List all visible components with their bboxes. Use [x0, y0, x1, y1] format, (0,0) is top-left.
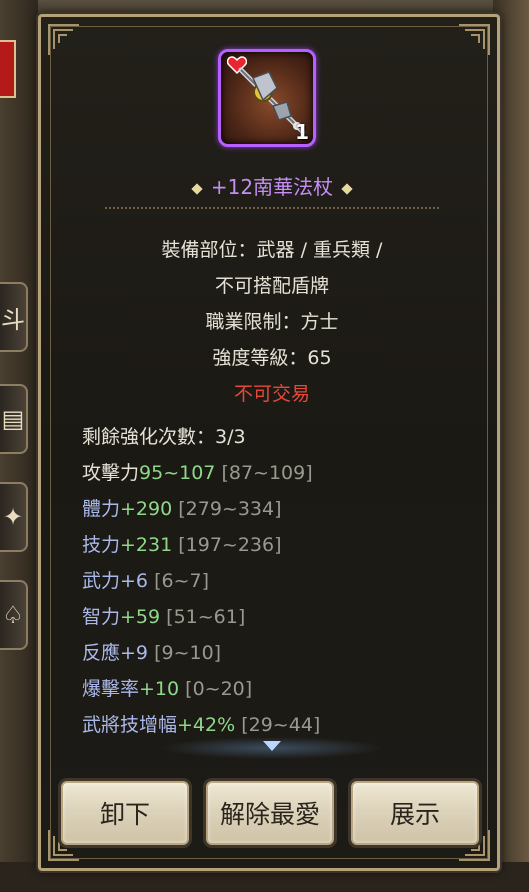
stat-value: +42% [177, 714, 236, 736]
item-detail-panel: 1 +12南華法杖 裝備部位：武器 / 重兵類 / 不可搭配盾牌 職業限制：方士… [38, 14, 500, 871]
stat-label: 智力 [82, 606, 121, 628]
stat-label: 攻擊力 [82, 462, 140, 484]
stat-general-skill-boost: 武將技增幅+42% [29~44] [82, 710, 320, 737]
stat-label: 剩餘強化次數：3/3 [82, 426, 246, 448]
item-icon-slot: 1 [218, 49, 316, 147]
stat-vitality: 體力+290 [279~334] [82, 494, 282, 521]
stat-reaction: 反應+9 [9~10] [82, 638, 221, 665]
job-restriction: 職業限制：方士 [205, 311, 339, 333]
diamond-icon [191, 182, 203, 195]
stat-label: 武將技增幅 [82, 714, 178, 736]
stat-critical-rate: 爆擊率+10 [0~20] [82, 674, 252, 701]
side-menu-button-2[interactable]: ▤ [0, 384, 28, 454]
stat-attack: 攻擊力95~107 [87~109] [82, 458, 313, 485]
side-menu-button-1[interactable]: 斗 [0, 282, 28, 352]
stat-range: [87~109] [221, 462, 313, 484]
unequip-button[interactable]: 卸下 [61, 781, 189, 845]
item-name-row: +12南華法杖 [41, 171, 503, 200]
stat-value: +231 [120, 534, 173, 556]
stat-value: +10 [139, 678, 180, 700]
corner-ornament-icon [47, 23, 81, 57]
stat-label: 技力 [82, 534, 121, 556]
corner-ornament-icon [457, 23, 491, 57]
side-menu-glyph: ✦ [2, 503, 24, 531]
item-count: 1 [295, 120, 309, 144]
side-menu-glyph: ♤ [2, 601, 24, 629]
unfavorite-button[interactable]: 解除最愛 [206, 781, 334, 845]
scroll-down-arrow-icon[interactable] [263, 741, 281, 751]
stat-value: +9 [120, 642, 149, 664]
background-red-tab [0, 40, 16, 98]
stat-value: +290 [120, 498, 173, 520]
equip-slot-line-2: 不可搭配盾牌 [214, 275, 329, 297]
divider [105, 207, 439, 209]
side-menu-glyph: ▤ [1, 405, 25, 433]
trade-status: 不可交易 [233, 383, 310, 405]
remaining-enhance-count: 剩餘強化次數：3/3 [82, 422, 246, 449]
equip-slot-line-1: 裝備部位：武器 / 重兵類 / [161, 239, 383, 261]
diamond-icon [341, 182, 353, 195]
side-menu-button-3[interactable]: ✦ [0, 482, 28, 552]
stat-range: [9~10] [154, 642, 222, 664]
stat-skill-power: 技力+231 [197~236] [82, 530, 282, 557]
stat-range: [29~44] [241, 714, 321, 736]
stat-label: 體力 [82, 498, 121, 520]
side-menu-glyph: 斗 [1, 305, 25, 334]
stat-label: 反應 [82, 642, 121, 664]
stat-value: +59 [120, 606, 161, 628]
stat-range: [51~61] [166, 606, 246, 628]
strength-level: 強度等級：65 [212, 347, 332, 369]
stat-value: 95~107 [139, 462, 216, 484]
stat-label: 武力 [82, 570, 121, 592]
stat-range: [197~236] [178, 534, 282, 556]
stat-force: 武力+6 [6~7] [82, 566, 209, 593]
stat-range: [279~334] [178, 498, 282, 520]
stat-value: +6 [120, 570, 149, 592]
side-menu-button-4[interactable]: ♤ [0, 580, 28, 650]
stat-range: [0~20] [185, 678, 253, 700]
stat-range: [6~7] [154, 570, 209, 592]
item-name: +12南華法杖 [210, 175, 334, 199]
show-button[interactable]: 展示 [351, 781, 479, 845]
stat-intelligence: 智力+59 [51~61] [82, 602, 245, 629]
stat-label: 爆擊率 [82, 678, 140, 700]
